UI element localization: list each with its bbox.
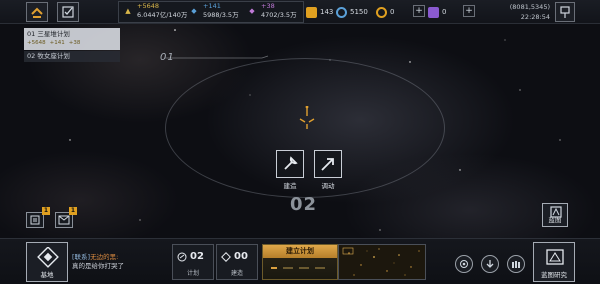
- target-icon: [460, 260, 468, 268]
- mission-log-badge: 1: [42, 207, 50, 215]
- research-label: 蓝图研究: [541, 271, 567, 279]
- build-plan-progress: [271, 267, 325, 269]
- token-a-icon: [376, 6, 387, 18]
- dispatch-action-label: 调动: [321, 182, 335, 190]
- dispatch-action-button[interactable]: [314, 150, 342, 178]
- crystal-amount: 4702/3.5万: [261, 11, 297, 19]
- plan-item-gains: +5648 +141 +38: [27, 39, 117, 48]
- token-b-value: 0: [442, 8, 447, 16]
- wrench-icon: [284, 156, 298, 170]
- energy-amount: 6.0447亿/140万: [137, 11, 188, 19]
- base-icon: [37, 247, 59, 268]
- token-a-add-button[interactable]: +: [413, 5, 425, 17]
- build-count-label: 建造: [230, 270, 243, 277]
- build-plan-header: 建立计划: [263, 245, 337, 258]
- tasks-button[interactable]: [57, 2, 79, 22]
- locate-button[interactable]: [455, 255, 473, 273]
- flag-icon: [560, 6, 570, 18]
- bookmark-button[interactable]: [555, 2, 575, 22]
- mail-badge: 1: [69, 207, 77, 215]
- resource-energy[interactable]: ▲ +5648 6.0447亿/140万: [122, 1, 187, 21]
- chat-message[interactable]: [联系]无边的黑: 真的是给你打哭了: [72, 253, 124, 271]
- coin-icon: [336, 6, 347, 18]
- arrow-down-icon: [486, 260, 494, 268]
- metal-amount: 5988/3.5万: [203, 11, 239, 19]
- resource-metal[interactable]: ◆ +141 5988/3.5万: [188, 1, 239, 21]
- coin-value: 5150: [350, 8, 368, 16]
- build-count: 00: [234, 251, 248, 262]
- plan-count-label: 计划: [186, 270, 199, 277]
- coin-counter[interactable]: 5150: [336, 5, 368, 19]
- token-b-add-button[interactable]: +: [463, 5, 475, 17]
- dispatch-arrow-icon: [321, 158, 334, 171]
- map-coordinates: (8081,5345): [509, 3, 550, 11]
- build-counter-button[interactable]: 00 建造: [216, 244, 258, 280]
- blueprint-research-button[interactable]: 蓝图研究: [533, 242, 575, 282]
- coords-clock: (8081,5345) 22:28:54: [510, 2, 550, 22]
- resource-crystal[interactable]: ◆ +38 4702/3.5万: [246, 1, 297, 21]
- chat-sender: 无边的黑:: [90, 253, 119, 261]
- plan-item-01[interactable]: 01 三星堆计划 +5648 +141 +38: [24, 28, 120, 50]
- region-label-01: 01: [160, 52, 175, 63]
- token-b-counter[interactable]: 0: [428, 5, 446, 19]
- fuel-value: 143: [320, 8, 334, 16]
- token-b-icon: [428, 6, 439, 18]
- token-a-value: 0: [390, 8, 395, 16]
- build-plan-panel[interactable]: 建立计划: [262, 244, 338, 280]
- base-button[interactable]: 基地: [26, 242, 68, 282]
- research-icon: [546, 249, 564, 265]
- clock-time: 22:28:54: [520, 13, 550, 21]
- plan-count: 02: [190, 251, 204, 262]
- mail-icon: [58, 215, 70, 225]
- plan-item-02[interactable]: 02 牧女座计划: [24, 51, 120, 62]
- plan-gain-energy: +5648: [27, 40, 46, 46]
- plan-list: 01 三星堆计划 +5648 +141 +38 02 牧女座计划: [24, 28, 120, 62]
- crystal-gain: +38: [261, 2, 275, 10]
- blueprint-button[interactable]: 蓝图: [542, 203, 568, 227]
- chat-text: 真的是给你打哭了: [72, 262, 124, 270]
- people-icon: [512, 261, 520, 268]
- alliance-button[interactable]: [507, 255, 525, 273]
- plan-gain-crystal: +38: [68, 40, 81, 46]
- chat-channel-tag: [联系]: [72, 253, 91, 261]
- plan-count-icon: [177, 252, 187, 261]
- energy-gain: +5648: [137, 2, 159, 10]
- fuel-icon: [306, 6, 317, 18]
- minimap[interactable]: [338, 244, 426, 280]
- region-label-02: 02: [290, 194, 318, 215]
- energy-icon: ▲: [125, 7, 131, 15]
- plan-counter-button[interactable]: 02 计划: [172, 244, 214, 280]
- chevron-up-rank-icon: [31, 7, 43, 18]
- metal-icon: ◆: [191, 7, 197, 15]
- metal-gain: +141: [203, 2, 221, 10]
- minimap-terrain: [339, 245, 425, 279]
- plan-gain-metal: +141: [49, 40, 65, 46]
- plan-item-title: 01 三星堆计划: [27, 30, 70, 38]
- blueprint-label: 蓝图: [548, 216, 562, 224]
- checklist-icon: [62, 6, 74, 18]
- crystal-icon: ◆: [249, 7, 255, 15]
- build-count-icon: [221, 251, 231, 262]
- download-button[interactable]: [481, 255, 499, 273]
- token-a-counter[interactable]: 0: [376, 5, 394, 19]
- document-icon: [30, 215, 40, 225]
- base-label: 基地: [40, 271, 54, 279]
- fleet-button[interactable]: [26, 2, 48, 22]
- fuel-counter[interactable]: 143: [306, 5, 333, 19]
- build-action-label: 建造: [283, 182, 297, 190]
- target-marker-icon: [299, 106, 315, 129]
- build-action-button[interactable]: [276, 150, 304, 178]
